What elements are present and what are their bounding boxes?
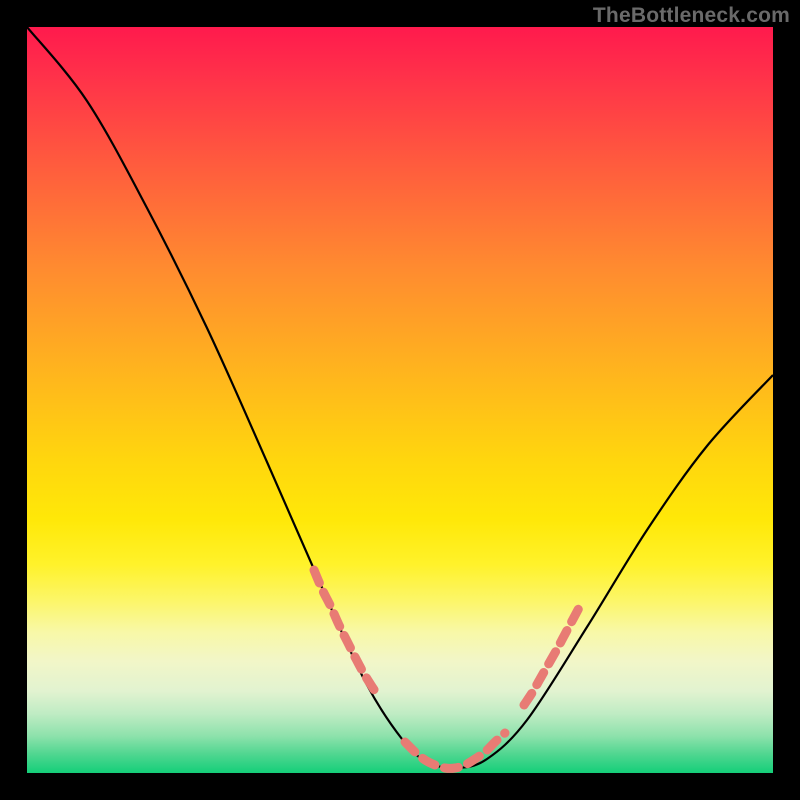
highlight-segment-left bbox=[314, 570, 379, 697]
highlight-segment-bottom bbox=[405, 733, 505, 768]
plot-area bbox=[27, 27, 773, 773]
main-curve bbox=[27, 27, 773, 768]
curve-layer bbox=[27, 27, 773, 773]
watermark-label: TheBottleneck.com bbox=[593, 4, 790, 28]
highlight-segment-right bbox=[524, 606, 580, 705]
chart-frame: TheBottleneck.com bbox=[0, 0, 800, 800]
